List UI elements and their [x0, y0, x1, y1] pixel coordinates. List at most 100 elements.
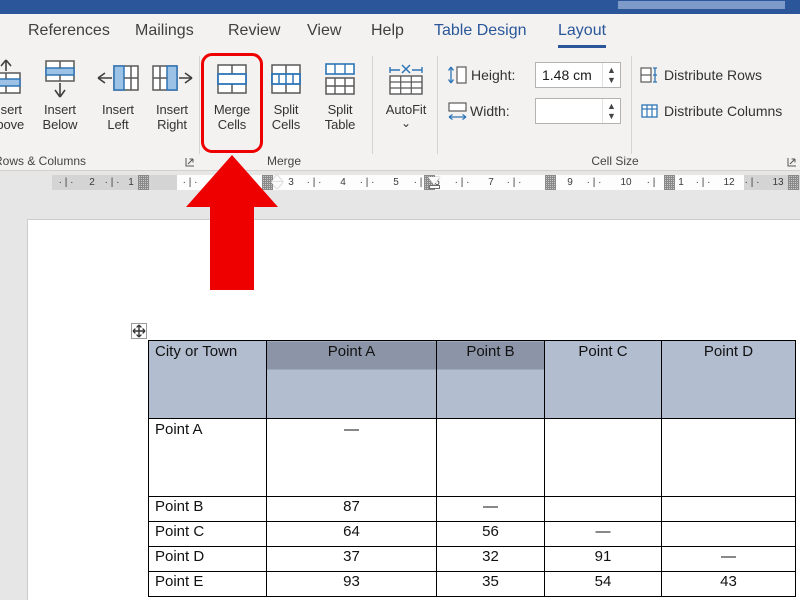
ruler-label: 9 [567, 176, 573, 190]
table-cell[interactable]: — [437, 497, 545, 522]
ruler-tabstop-5[interactable] [664, 175, 675, 190]
table-cell[interactable]: 54 [545, 572, 662, 597]
tab-review[interactable]: Review [228, 18, 280, 46]
ruler-tick: · | · [587, 176, 602, 190]
height-value[interactable]: 1.48 cm [542, 63, 592, 87]
table-cell[interactable]: — [662, 547, 796, 572]
header-cell-city-or-town[interactable]: City or Town [149, 341, 267, 419]
row-label-point-d[interactable]: Point D [149, 547, 267, 572]
table-row[interactable]: Point D 37 32 91 — [149, 547, 796, 572]
table-cell[interactable]: — [545, 522, 662, 547]
title-bar-search-strip[interactable] [618, 1, 785, 9]
chevron-down-icon[interactable]: ▼ [607, 75, 616, 85]
table-cell[interactable]: 93 [267, 572, 437, 597]
height-spinner[interactable]: 1.48 cm ▲ ▼ [535, 62, 621, 88]
insert-above-button[interactable]: Insert Above [0, 54, 34, 152]
left-indent-marker[interactable] [429, 185, 440, 189]
table-cell[interactable] [662, 497, 796, 522]
row-label-point-a[interactable]: Point A [149, 419, 267, 497]
header-cell-point-c[interactable]: Point C [545, 341, 662, 419]
table-move-handle-icon[interactable] [131, 323, 147, 339]
cell-width-row: Width: ▲ ▼ [446, 98, 626, 124]
ruler-tick: · | · [105, 176, 120, 190]
group-separator-1 [199, 56, 200, 154]
hanging-indent-marker[interactable] [271, 182, 283, 189]
group-label-cell-size: Cell Size [440, 154, 790, 168]
merge-cells-button[interactable]: Merge Cells [204, 54, 260, 152]
table-cell[interactable] [545, 419, 662, 497]
insert-right-label-1: Insert [144, 102, 200, 117]
width-spinner-arrows[interactable]: ▲ ▼ [602, 99, 620, 123]
ruler-tick: · | · [183, 176, 198, 190]
table-cell[interactable]: 87 [267, 497, 437, 522]
ruler-tabstop-6[interactable] [788, 175, 799, 190]
split-cells-button[interactable]: Split Cells [258, 54, 314, 152]
row-label-point-c[interactable]: Point C [149, 522, 267, 547]
table-row[interactable]: Point E 93 35 54 43 [149, 572, 796, 597]
insert-left-label-2: Left [90, 117, 146, 132]
table-cell[interactable]: — [267, 419, 437, 497]
ruler-label: 10 [620, 176, 631, 190]
table-cell[interactable]: 35 [437, 572, 545, 597]
table-cell[interactable]: 37 [267, 547, 437, 572]
tab-layout[interactable]: Layout [558, 18, 606, 46]
insert-right-button[interactable]: Insert Right [144, 54, 200, 152]
ruler-label: 4 [340, 176, 346, 190]
right-indent-marker[interactable] [428, 177, 440, 185]
tab-mailings[interactable]: Mailings [135, 18, 194, 46]
row-label-point-b[interactable]: Point B [149, 497, 267, 522]
split-cells-icon [258, 56, 314, 102]
width-icon [446, 101, 468, 121]
split-cells-label-1: Split [258, 102, 314, 117]
autofit-caret-icon[interactable]: ⌄ [378, 117, 434, 129]
ruler-label: 1 [128, 176, 134, 190]
tab-references[interactable]: References [28, 18, 110, 46]
insert-right-icon [144, 56, 200, 102]
table-row[interactable]: Point A — [149, 419, 796, 497]
table-row[interactable]: Point C 64 56 — [149, 522, 796, 547]
insert-below-button[interactable]: Insert Below [32, 54, 88, 152]
table-cell[interactable]: 56 [437, 522, 545, 547]
rows-and-columns-dialog-launcher[interactable] [184, 155, 196, 167]
chevron-down-icon[interactable]: ▼ [607, 111, 616, 121]
table-cell[interactable] [662, 522, 796, 547]
table-cell[interactable] [545, 497, 662, 522]
first-line-indent-marker[interactable] [271, 175, 283, 182]
header-cell-point-a[interactable]: Point A [267, 341, 437, 419]
cell-size-dialog-launcher[interactable] [786, 155, 798, 167]
distribute-columns-button[interactable]: Distribute Columns [640, 98, 800, 124]
table-cell[interactable]: 91 [545, 547, 662, 572]
width-spinner[interactable]: ▲ ▼ [535, 98, 621, 124]
table-cell[interactable]: 64 [267, 522, 437, 547]
insert-below-label-2: Below [32, 117, 88, 132]
table-cell[interactable] [437, 419, 545, 497]
row-label-point-e[interactable]: Point E [149, 572, 267, 597]
ruler-tabstop-4[interactable] [545, 175, 556, 190]
group-separator-4 [631, 56, 632, 154]
table-row[interactable]: Point B 87 — [149, 497, 796, 522]
ruler-label: 3 [288, 176, 294, 190]
table-cell[interactable]: 43 [662, 572, 796, 597]
chevron-up-icon[interactable]: ▲ [607, 65, 616, 75]
autofit-button[interactable]: AutoFit ⌄ [378, 54, 434, 152]
tab-help[interactable]: Help [371, 18, 404, 46]
ruler-tick: · | · [507, 176, 522, 190]
tab-view[interactable]: View [307, 18, 341, 46]
horizontal-ruler[interactable]: · | · 2 · | · 1 · | · 3 · | · 4 · | · 5 … [0, 172, 800, 194]
autofit-icon [378, 56, 434, 102]
header-cell-point-d[interactable]: Point D [662, 341, 796, 419]
split-table-button[interactable]: Split Table [312, 54, 368, 152]
chevron-up-icon[interactable]: ▲ [607, 101, 616, 111]
header-cell-point-b[interactable]: Point B [437, 341, 545, 419]
table-header-row[interactable]: City or Town Point A Point B Point C Poi… [149, 341, 796, 419]
tab-table-design[interactable]: Table Design [434, 18, 527, 46]
document-table[interactable]: City or Town Point A Point B Point C Poi… [148, 340, 796, 597]
ruler-tabstop-1[interactable] [138, 175, 149, 190]
distribute-rows-button[interactable]: Distribute Rows [640, 62, 790, 88]
height-spinner-arrows[interactable]: ▲ ▼ [602, 63, 620, 87]
table-cell[interactable] [662, 419, 796, 497]
table-cell[interactable]: 32 [437, 547, 545, 572]
group-separator-2 [372, 56, 373, 154]
insert-left-button[interactable]: Insert Left [90, 54, 146, 152]
distribute-rows-label: Distribute Rows [664, 62, 762, 88]
